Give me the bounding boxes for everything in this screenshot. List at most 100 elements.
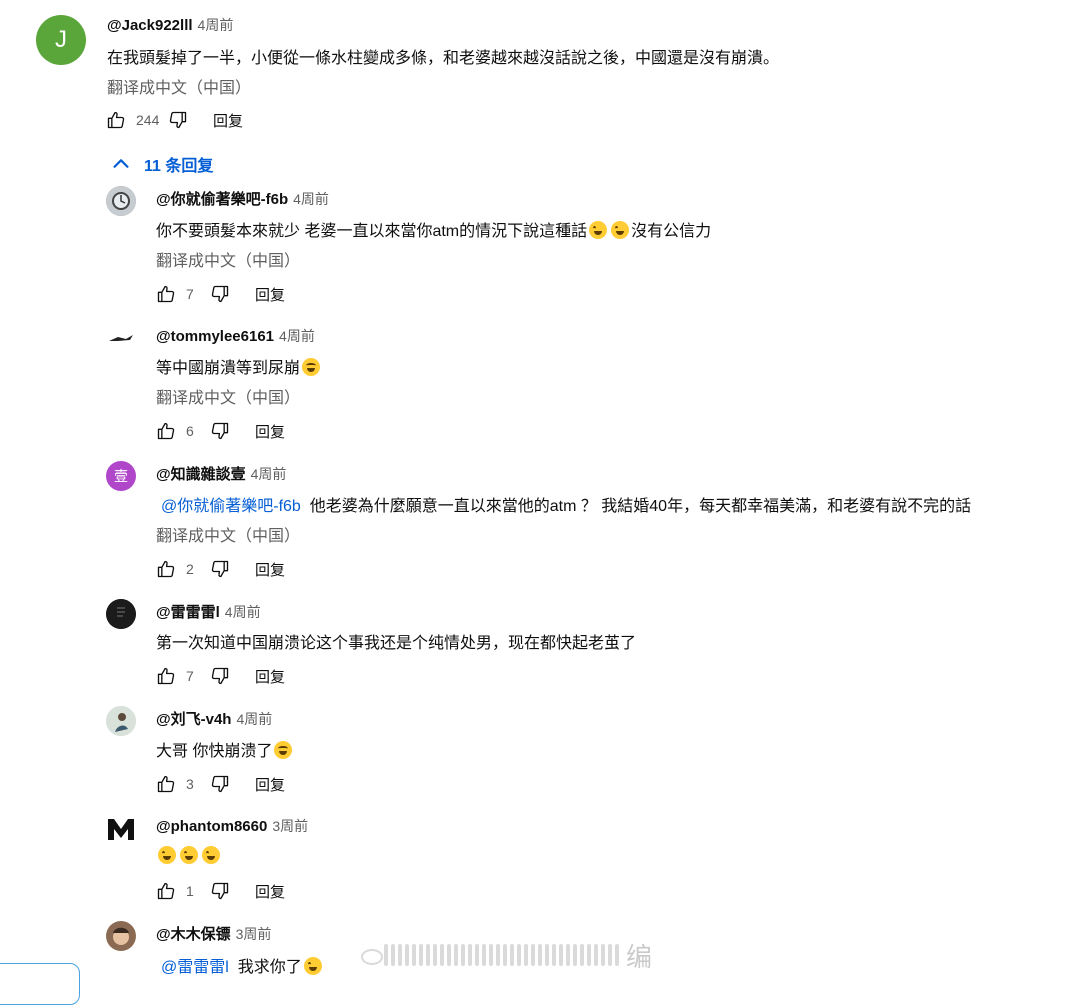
comment-text-main: 他老婆為什麼願意一直以來當他的atm ？ 我結婚40年，每天都幸福美滿，和老婆有… — [309, 498, 972, 515]
like-icon[interactable] — [156, 559, 176, 579]
avatar[interactable] — [106, 323, 136, 353]
comment-time[interactable]: 3周前 — [272, 818, 308, 834]
laughing-emoji-icon — [180, 846, 198, 864]
comment-text: 第一次知道中国崩溃论这个事我还是个纯情处男，现在都快起老茧了 — [156, 635, 637, 652]
like-count: 2 — [186, 561, 194, 577]
comment-text: 大哥 你快崩溃了 — [156, 737, 294, 761]
like-icon[interactable] — [156, 666, 176, 686]
sweat-smile-emoji-icon — [302, 358, 321, 376]
comment-author[interactable]: @tommylee6161 4周前 — [156, 326, 315, 346]
rofl-emoji-icon — [303, 957, 322, 975]
like-count: 7 — [186, 668, 194, 684]
watermark: 编 — [360, 940, 652, 972]
avatar[interactable] — [106, 814, 136, 844]
like-count: 1 — [186, 883, 194, 899]
dislike-icon[interactable] — [210, 881, 230, 901]
reply-button[interactable]: 回复 — [255, 666, 285, 687]
chevron-up-icon — [113, 159, 129, 168]
comment-author[interactable]: @刘飞-v4h 4周前 — [156, 708, 272, 729]
comment-text: @雷雷雷l 我求你了 — [161, 953, 324, 977]
comment-time[interactable]: 4周前 — [279, 328, 315, 344]
avatar-letter: 壹 — [114, 468, 128, 484]
comment-text-main: 我求你了 — [237, 959, 302, 976]
photo-avatar-icon — [106, 706, 136, 736]
reply-button[interactable]: 回复 — [255, 774, 285, 795]
comment-time[interactable]: 4周前 — [198, 17, 234, 33]
comment-text-main: 等中國崩潰等到尿崩 — [156, 360, 301, 377]
laughing-emoji-icon — [202, 846, 220, 864]
comment-time[interactable]: 4周前 — [236, 711, 272, 727]
like-icon[interactable] — [156, 774, 176, 794]
animal-avatar-icon — [109, 335, 133, 341]
like-count: 7 — [186, 286, 194, 302]
avatar[interactable]: J — [36, 15, 86, 65]
dislike-icon[interactable] — [210, 284, 230, 304]
author-name[interactable]: @Jack922lll — [107, 17, 193, 34]
comment-actions: 3 回复 — [156, 773, 285, 795]
comment-time[interactable]: 3周前 — [236, 926, 272, 942]
comment-actions: 2 回复 — [156, 558, 285, 580]
avatar[interactable] — [106, 706, 136, 736]
translate-link[interactable]: 翻译成中文（中国） — [107, 74, 251, 98]
comment-actions: 7 回复 — [156, 665, 285, 687]
comment-author[interactable]: @知識雜談壹 4周前 — [156, 463, 286, 484]
reply-button[interactable]: 回复 — [255, 284, 285, 305]
m-logo-avatar-icon — [108, 819, 134, 840]
dislike-icon[interactable] — [210, 421, 230, 441]
comment-time[interactable]: 4周前 — [251, 466, 287, 482]
author-name[interactable]: @木木保镖 — [156, 926, 231, 943]
author-name[interactable]: @刘飞-v4h — [156, 711, 231, 728]
comment-text-main: 大哥 你快崩溃了 — [156, 743, 273, 760]
translate-link[interactable]: 翻译成中文（中国） — [156, 522, 300, 546]
avatar-letter: J — [55, 26, 67, 53]
sweat-smile-emoji-icon — [274, 741, 293, 759]
avatar[interactable] — [106, 921, 136, 951]
replies-toggle[interactable]: 11 条回复 — [110, 152, 213, 176]
like-count: 3 — [186, 776, 194, 792]
reply-button[interactable]: 回复 — [255, 559, 285, 580]
dark-avatar-icon — [106, 599, 136, 629]
author-name[interactable]: @phantom8660 — [156, 818, 267, 835]
dislike-icon[interactable] — [210, 559, 230, 579]
dislike-icon[interactable] — [210, 774, 230, 794]
comment-text: @你就偷著樂吧-f6b 他老婆為什麼願意一直以來當他的atm ？ 我結婚40年，… — [161, 492, 971, 516]
avatar[interactable] — [106, 186, 136, 216]
comment-text: 你不要頭髮本來就少 老婆一直以來當你atm的情況下說這種話 沒有公信力 — [156, 217, 711, 241]
avatar[interactable]: 壹 — [106, 461, 136, 491]
reply-button[interactable]: 回复 — [213, 110, 243, 131]
avatar[interactable] — [106, 599, 136, 629]
dislike-icon[interactable] — [210, 666, 230, 686]
comment-text-suffix: 沒有公信力 — [631, 223, 712, 240]
author-name[interactable]: @你就偷著樂吧-f6b — [156, 191, 288, 208]
laughing-emoji-icon — [589, 221, 608, 239]
author-name[interactable]: @tommylee6161 — [156, 328, 274, 345]
author-name[interactable]: @知識雜談壹 — [156, 466, 246, 483]
like-count: 6 — [186, 423, 194, 439]
like-icon[interactable] — [156, 881, 176, 901]
comment-text: 等中國崩潰等到尿崩 — [156, 354, 322, 378]
comment-author[interactable]: @木木保镖 3周前 — [156, 923, 271, 944]
like-icon[interactable] — [156, 284, 176, 304]
comment-actions: 7 回复 — [156, 283, 285, 305]
reply-button[interactable]: 回复 — [255, 421, 285, 442]
like-icon[interactable] — [106, 110, 126, 130]
translate-link[interactable]: 翻译成中文（中国） — [156, 247, 300, 271]
reply-button[interactable]: 回复 — [255, 881, 285, 902]
comment-author[interactable]: @你就偷著樂吧-f6b 4周前 — [156, 188, 329, 209]
like-icon[interactable] — [156, 421, 176, 441]
comment-time[interactable]: 4周前 — [225, 604, 261, 620]
comment-author[interactable]: @Jack922lll 4周前 — [107, 15, 233, 35]
comment-author[interactable]: @phantom8660 3周前 — [156, 816, 308, 836]
mention-link[interactable]: @你就偷著樂吧-f6b — [161, 498, 301, 515]
floating-panel-edge[interactable] — [0, 963, 80, 1005]
translate-link[interactable]: 翻译成中文（中国） — [156, 384, 300, 408]
comment-author[interactable]: @雷雷雷l 4周前 — [156, 601, 261, 622]
author-name[interactable]: @雷雷雷l — [156, 604, 220, 621]
comment-text — [156, 846, 222, 866]
dislike-icon[interactable] — [168, 110, 188, 130]
comment-text: 在我頭髮掉了一半，小便從一條水柱變成多條，和老婆越來越沒話說之後，中國還是沒有崩… — [107, 50, 780, 67]
comment-actions: 244 回复 — [106, 109, 243, 131]
watch-avatar-icon — [106, 186, 136, 216]
mention-link[interactable]: @雷雷雷l — [161, 959, 229, 976]
comment-time[interactable]: 4周前 — [293, 191, 329, 207]
